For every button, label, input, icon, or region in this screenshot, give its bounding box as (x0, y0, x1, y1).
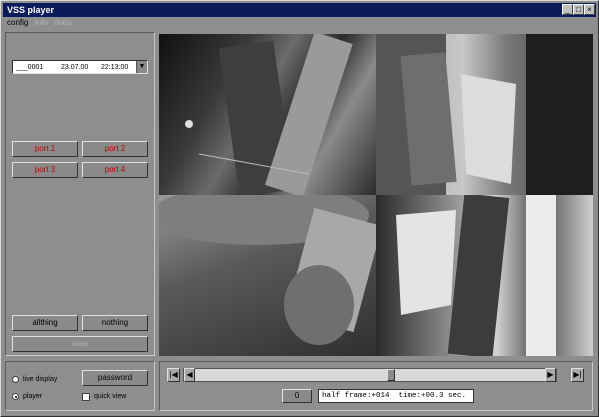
recording-date: 23.07.00 (61, 64, 89, 71)
position-slider[interactable]: ◀ ▶ (183, 368, 557, 382)
close-button[interactable]: × (584, 4, 595, 15)
nothing-button[interactable]: nothing (82, 315, 148, 331)
camera-view-1[interactable] (159, 34, 376, 195)
recording-time: 22:13:00 (101, 64, 129, 71)
next-arrow-icon[interactable]: ▶ (545, 368, 556, 382)
allthing-button[interactable]: allthing (12, 315, 78, 331)
camera-view-2[interactable] (376, 34, 593, 195)
view-button[interactable]: view (12, 336, 148, 352)
frame-counter-button[interactable]: 0 (282, 389, 312, 403)
port-3-button[interactable]: port 3 (12, 162, 78, 178)
app-window: VSS player _ □ × config info docu ___000… (0, 0, 599, 417)
slider-thumb[interactable] (386, 369, 395, 381)
menu-bar: config info docu (3, 18, 596, 29)
port-2-button[interactable]: port 2 (82, 141, 148, 157)
menu-config[interactable]: config (7, 18, 28, 28)
port-4-button[interactable]: port 4 (82, 162, 148, 178)
recording-id: ___0001 (16, 64, 44, 71)
window-title: VSS player (7, 5, 55, 15)
menu-docu[interactable]: docu (54, 18, 71, 28)
camera-view-3[interactable] (159, 195, 376, 356)
quick-view-checkbox[interactable] (82, 393, 90, 401)
title-bar: VSS player _ □ × (3, 3, 596, 17)
control-panel: ___0001 23.07.00 22:13:00 ▼ port 1 port … (5, 32, 155, 356)
password-button[interactable]: password (82, 370, 148, 386)
menu-info[interactable]: info (35, 18, 48, 28)
camera-1-image (185, 34, 353, 195)
maximize-button[interactable]: □ (573, 4, 584, 15)
prev-arrow-icon[interactable]: ◀ (184, 368, 195, 382)
recording-select[interactable]: ___0001 23.07.00 22:13:00 ▼ (12, 60, 148, 74)
camera-2-image (376, 34, 593, 195)
port-1-button[interactable]: port 1 (12, 141, 78, 157)
camera-view-4[interactable] (376, 195, 593, 356)
live-display-radio[interactable] (12, 376, 19, 383)
video-grid (159, 34, 593, 356)
last-frame-button[interactable]: ▶| (571, 368, 584, 382)
player-label: player (23, 393, 43, 400)
status-readout: half frame:+014 time:+00.3 sec. (318, 389, 474, 403)
live-display-label: live display (23, 376, 58, 383)
camera-3-image (159, 195, 376, 345)
player-radio[interactable] (12, 393, 19, 400)
mode-panel: live display player password quick view (5, 361, 155, 411)
first-frame-button[interactable]: |◀ (167, 368, 180, 382)
camera-4-image (396, 195, 556, 356)
quick-view-label: quick view (94, 393, 127, 400)
minimize-button[interactable]: _ (562, 4, 573, 15)
chevron-down-icon[interactable]: ▼ (136, 61, 147, 73)
